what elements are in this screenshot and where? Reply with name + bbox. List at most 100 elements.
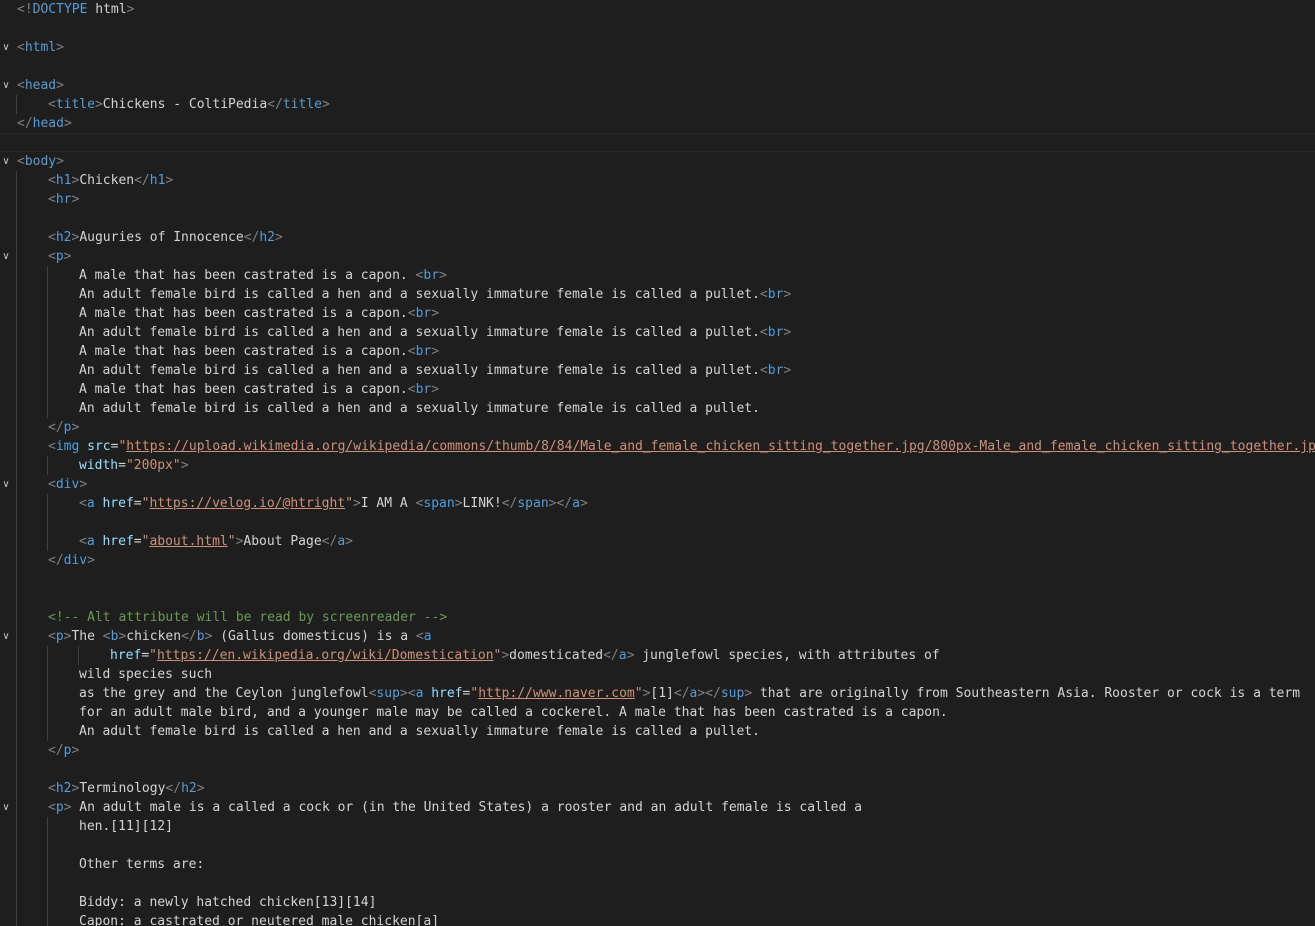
code-line[interactable]: ∨ <html> <box>0 38 1315 57</box>
code-token: span <box>517 496 549 511</box>
code-line[interactable]: ∨ <body> <box>0 152 1315 171</box>
code-line[interactable]: A male that has been castrated is a capo… <box>0 342 1315 361</box>
indent-guide <box>47 646 48 665</box>
indent-guide <box>16 817 17 836</box>
code-token: br <box>767 287 784 302</box>
indent-guide <box>16 836 17 855</box>
code-line[interactable]: for an adult male bird, and a younger ma… <box>0 703 1315 722</box>
fold-chevron-icon[interactable]: ∨ <box>0 247 12 266</box>
code-line[interactable] <box>0 133 1315 152</box>
code-text: <title>Chickens - ColtiPedia</title> <box>48 95 330 114</box>
code-text: width="200px"> <box>79 456 189 475</box>
code-line[interactable]: A male that has been castrated is a capo… <box>0 266 1315 285</box>
code-line[interactable]: A male that has been castrated is a capo… <box>0 380 1315 399</box>
code-token: html <box>87 2 127 17</box>
code-line[interactable]: <a href="https://velog.io/@htright">I AM… <box>0 494 1315 513</box>
code-token: b <box>196 629 205 644</box>
code-line[interactable]: </p> <box>0 418 1315 437</box>
code-text: An adult female bird is called a hen and… <box>79 285 791 304</box>
indent-guide <box>16 190 17 209</box>
code-token: p <box>55 249 64 264</box>
code-line[interactable]: Other terms are: <box>0 855 1315 874</box>
indent-guide <box>47 855 48 874</box>
fold-chevron-icon[interactable]: ∨ <box>0 76 12 95</box>
code-line[interactable]: <h1>Chicken</h1> <box>0 171 1315 190</box>
code-line[interactable]: <hr> <box>0 190 1315 209</box>
code-line[interactable]: width="200px"> <box>0 456 1315 475</box>
code-token: </ <box>243 230 260 245</box>
code-line[interactable] <box>0 513 1315 532</box>
indent-guide <box>16 304 17 323</box>
code-line[interactable]: <h2>Terminology</h2> <box>0 779 1315 798</box>
code-line[interactable]: ∨ <p> An adult male is a called a cock or… <box>0 798 1315 817</box>
code-line[interactable]: ∨ <p> <box>0 247 1315 266</box>
code-line[interactable]: hen.[11][12] <box>0 817 1315 836</box>
code-line[interactable]: <!DOCTYPE html> <box>0 0 1315 19</box>
code-token: An adult male is a called a cock or (in … <box>71 800 862 815</box>
indent-guide <box>47 836 48 855</box>
code-token: > <box>63 249 72 264</box>
code-token: The <box>71 629 103 644</box>
fold-chevron-icon[interactable]: ∨ <box>0 38 12 57</box>
code-token: > <box>63 116 72 131</box>
code-line[interactable] <box>0 589 1315 608</box>
code-token: LINK! <box>462 496 502 511</box>
code-line[interactable]: An adult female bird is called a hen and… <box>0 399 1315 418</box>
code-line[interactable]: An adult female bird is called a hen and… <box>0 722 1315 741</box>
code-token: head <box>32 116 64 131</box>
code-token: A male that has been castrated is a capo… <box>79 344 408 359</box>
code-line[interactable]: <title>Chickens - ColtiPedia</title> <box>0 95 1315 114</box>
indent-guide <box>47 684 48 703</box>
code-line[interactable]: as the grey and the Ceylon junglefowl<su… <box>0 684 1315 703</box>
code-token: </ <box>603 648 619 663</box>
code-line[interactable]: Biddy: a newly hatched chicken[13][14] <box>0 893 1315 912</box>
code-line[interactable] <box>0 19 1315 38</box>
fold-chevron-icon[interactable]: ∨ <box>0 475 12 494</box>
indent-guide <box>47 893 48 912</box>
code-line[interactable] <box>0 836 1315 855</box>
code-text: An adult female bird is called a hen and… <box>79 722 760 741</box>
code-line[interactable] <box>0 209 1315 228</box>
code-token: < <box>48 781 56 796</box>
code-token: > <box>744 686 753 701</box>
code-token: </ <box>48 553 64 568</box>
code-line[interactable]: An adult female bird is called a hen and… <box>0 323 1315 342</box>
code-line[interactable]: </div> <box>0 551 1315 570</box>
code-line[interactable]: href="https://en.wikipedia.org/wiki/Dome… <box>0 646 1315 665</box>
code-line[interactable]: <a href="about.html">About Page</a> <box>0 532 1315 551</box>
code-editor[interactable]: <!DOCTYPE html> ∨ <html> ∨ <head> <title>Chic… <box>0 0 1315 926</box>
code-token: > <box>71 420 80 435</box>
indent-guide <box>16 456 17 475</box>
code-token: h2 <box>259 230 275 245</box>
fold-chevron-icon[interactable]: ∨ <box>0 627 12 646</box>
fold-chevron-icon[interactable]: ∨ <box>0 798 12 817</box>
code-line[interactable]: </p> <box>0 741 1315 760</box>
code-line[interactable]: ∨ <head> <box>0 76 1315 95</box>
code-line[interactable]: <h2>Auguries of Innocence</h2> <box>0 228 1315 247</box>
indent-guide <box>16 532 17 551</box>
indent-guide <box>47 817 48 836</box>
code-line[interactable]: </head> <box>0 114 1315 133</box>
code-line[interactable] <box>0 570 1315 589</box>
code-line[interactable]: An adult female bird is called a hen and… <box>0 361 1315 380</box>
code-text: <p>The <b>chicken</b> (Gallus domesticus… <box>48 627 432 646</box>
code-line[interactable]: <!-- Alt attribute will be read by scree… <box>0 608 1315 627</box>
code-line[interactable] <box>0 57 1315 76</box>
code-line[interactable]: ∨ <div> <box>0 475 1315 494</box>
code-token: A male that has been castrated is a capo… <box>79 382 408 397</box>
code-token: </ <box>134 173 150 188</box>
code-token: < <box>48 173 56 188</box>
code-line[interactable]: ∨ <p>The <b>chicken</b> (Gallus domesticu… <box>0 627 1315 646</box>
code-line[interactable]: <img src="https://upload.wikimedia.org/w… <box>0 437 1315 456</box>
code-line[interactable] <box>0 760 1315 779</box>
code-token: Other terms are: <box>79 857 205 872</box>
code-line[interactable]: An adult female bird is called a hen and… <box>0 285 1315 304</box>
code-token: >< <box>399 686 416 701</box>
code-line[interactable] <box>0 874 1315 893</box>
code-text: </p> <box>48 741 79 760</box>
code-line[interactable]: A male that has been castrated is a capo… <box>0 304 1315 323</box>
fold-chevron-icon[interactable]: ∨ <box>0 152 12 171</box>
code-token: DOCTYPE <box>32 2 88 17</box>
code-line[interactable]: wild species such <box>0 665 1315 684</box>
code-line[interactable]: Capon: a castrated or neutered male chic… <box>0 912 1315 926</box>
